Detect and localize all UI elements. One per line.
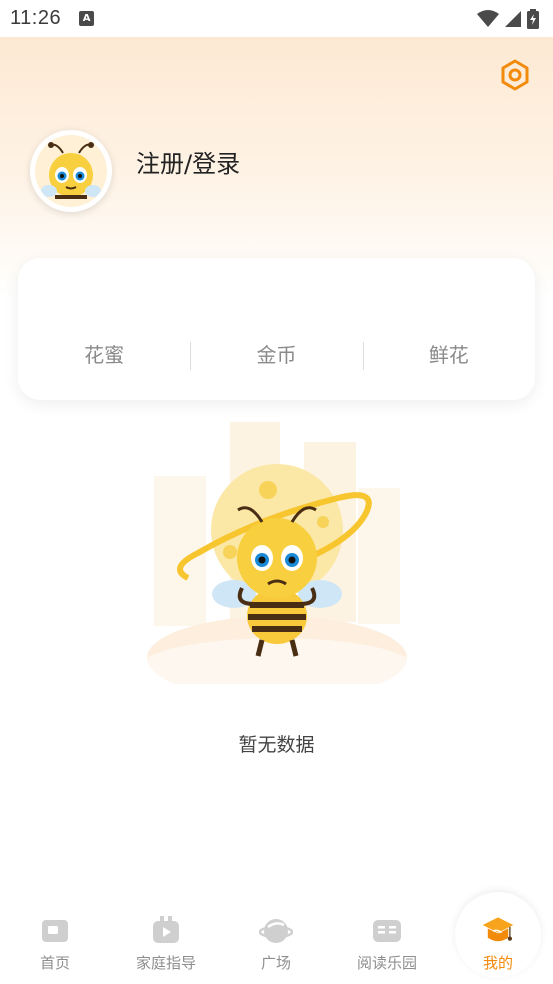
tab-family-guidance[interactable]: 家庭指导 (121, 914, 211, 973)
wifi-icon (477, 9, 499, 27)
status-time: 11:26 (10, 7, 62, 29)
tab-home[interactable]: 首页 (10, 914, 100, 973)
stat-flowers[interactable]: 鲜花 (362, 340, 535, 370)
home-icon (42, 920, 68, 942)
video-icon (153, 916, 179, 943)
tab-reading-park[interactable]: 阅读乐园 (342, 914, 432, 973)
book-icon (373, 920, 401, 942)
planet-icon (259, 919, 293, 943)
settings-icon[interactable] (499, 59, 531, 91)
stats-card: 花蜜 金币 鲜花 (18, 258, 535, 400)
signal-icon (505, 10, 521, 27)
status-bar: 11:26 A (0, 0, 553, 37)
crying-bee-illustration (139, 422, 415, 684)
battery-icon (527, 8, 539, 29)
tab-mine[interactable]: 我的 (453, 914, 543, 973)
bottom-tab-bar: 首页 家庭指导 广场 阅读乐园 我的 (0, 892, 553, 984)
notification-a-icon: A (79, 11, 95, 26)
empty-state-message: 暂无数据 (238, 734, 315, 756)
login-register-link[interactable]: 注册/登录 (136, 144, 240, 179)
bee-avatar-icon (35, 135, 107, 207)
graduation-cap-icon (482, 917, 514, 942)
stat-nectar[interactable]: 花蜜 (18, 340, 190, 370)
avatar[interactable] (30, 130, 112, 212)
stat-coins[interactable]: 金币 (190, 340, 362, 370)
tab-square[interactable]: 广场 (231, 914, 321, 973)
